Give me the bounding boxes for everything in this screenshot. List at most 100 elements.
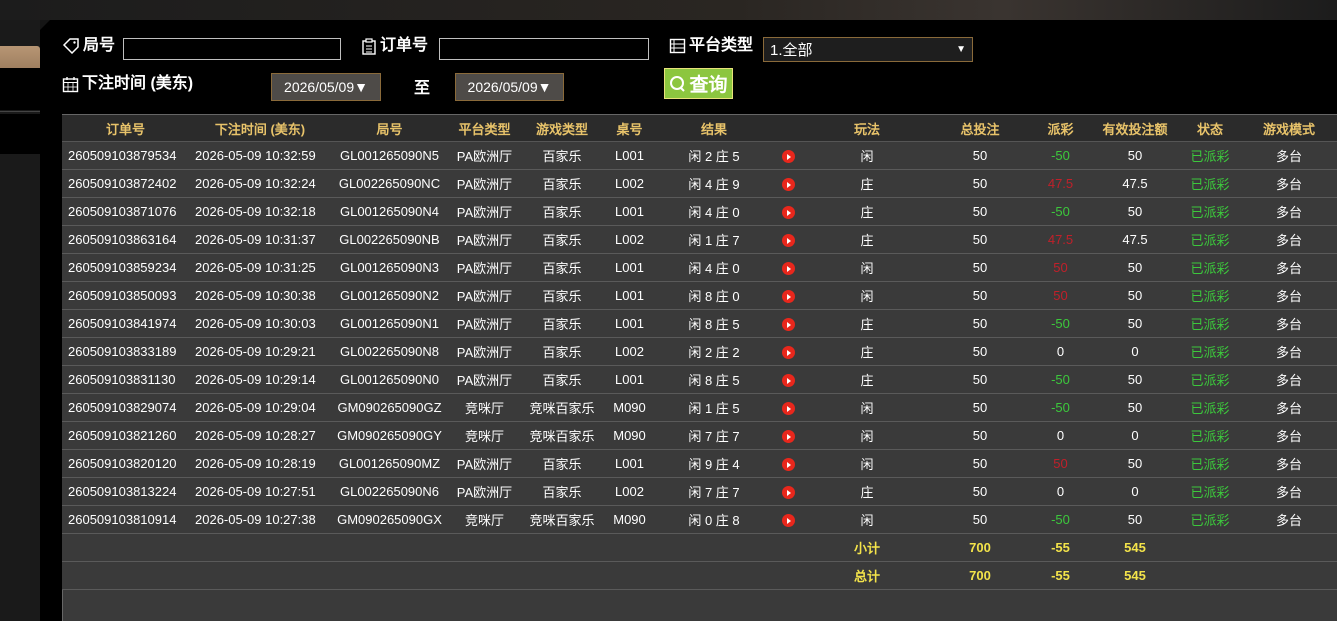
game-type-cell: 百家乐 <box>521 477 603 506</box>
bet-type-cell: 庄 <box>804 225 930 254</box>
table-row[interactable]: 260509103810914 2026-05-09 10:27:38 GM0902… <box>62 505 1337 534</box>
replay-cell <box>772 449 804 478</box>
table-row[interactable]: 260509103872402 2026-05-09 10:32:24 GL0022… <box>62 169 1337 198</box>
table-row[interactable]: 260509103879534 2026-05-09 10:32:59 GL0012… <box>62 141 1337 170</box>
total-bet-cell: 50 <box>930 281 1030 310</box>
game-type-cell: 百家乐 <box>521 309 603 338</box>
sidebar-item[interactable] <box>0 114 40 154</box>
payout-cell: -50 <box>1030 393 1091 422</box>
total-bet-cell: 50 <box>930 477 1030 506</box>
total-bet-cell: 50 <box>930 225 1030 254</box>
table-row[interactable]: 260509103813224 2026-05-09 10:27:51 GL0022… <box>62 477 1337 506</box>
table-row[interactable]: 260509103841974 2026-05-09 10:30:03 GL0012… <box>62 309 1337 338</box>
table-row[interactable]: 260509103871076 2026-05-09 10:32:18 GL0012… <box>62 197 1337 226</box>
table-row[interactable]: 260509103821260 2026-05-09 10:28:27 GM0902… <box>62 421 1337 450</box>
valid-bet-cell: 50 <box>1091 281 1179 310</box>
table-row[interactable]: 260509103820120 2026-05-09 10:28:19 GL0012… <box>62 449 1337 478</box>
play-video-icon[interactable] <box>781 318 795 332</box>
total-bet-cell: 50 <box>930 309 1030 338</box>
order-input[interactable] <box>439 38 649 60</box>
play-video-icon[interactable] <box>781 514 795 528</box>
table-no-cell: L001 <box>603 253 656 282</box>
valid-bet-cell: 0 <box>1091 421 1179 450</box>
date-to-picker[interactable]: 2026/05/09▼ <box>455 73 564 101</box>
table-row[interactable]: 260509103850093 2026-05-09 10:30:38 GL0012… <box>62 281 1337 310</box>
play-video-icon[interactable] <box>781 290 795 304</box>
time-filter-label: 下注时间 (美东) <box>62 74 193 94</box>
valid-bet-cell: 50 <box>1091 505 1179 534</box>
payout-cell: 50 <box>1030 449 1091 478</box>
status-cell: 已派彩 <box>1179 365 1241 394</box>
replay-cell <box>772 253 804 282</box>
bet-type-cell: 闲 <box>804 253 930 282</box>
replay-cell <box>772 393 804 422</box>
column-header-bet-type: 玩法 <box>804 115 930 142</box>
sidebar-item[interactable] <box>0 68 40 110</box>
table-row[interactable]: 260509103859234 2026-05-09 10:31:25 GL0012… <box>62 253 1337 282</box>
date-from-picker[interactable]: 2026/05/09▼ <box>271 73 381 101</box>
subtotal-row-valid-bet: 545 <box>1091 533 1179 562</box>
play-video-icon[interactable] <box>781 150 795 164</box>
search-icon <box>670 75 686 92</box>
table-no-cell: M090 <box>603 393 656 422</box>
bet-time-cell: 2026-05-09 10:32:18 <box>189 197 331 226</box>
column-header-order-id: 订单号 <box>62 115 189 142</box>
platform-select[interactable]: 1.全部 ▼ <box>763 37 973 62</box>
result-cell: 闲 8 庄 5 <box>656 365 772 394</box>
query-button[interactable]: 查询 <box>664 68 733 99</box>
order-id-cell: 260509103833189 <box>62 337 189 366</box>
bet-type-cell: 庄 <box>804 365 930 394</box>
empty-cell <box>331 561 448 590</box>
round-id-cell: GL001265090MZ <box>331 449 448 478</box>
bet-time-cell: 2026-05-09 10:30:03 <box>189 309 331 338</box>
table-no-cell: M090 <box>603 421 656 450</box>
platform-cell: PA欧洲厅 <box>448 365 521 394</box>
query-button-label: 查询 <box>689 75 728 96</box>
game-mode-cell: 多台 <box>1241 393 1337 422</box>
round-id-cell: GL002265090NC <box>331 169 448 198</box>
table-row[interactable]: 260509103863164 2026-05-09 10:31:37 GL0022… <box>62 225 1337 254</box>
total-row-payout: -55 <box>1030 561 1091 590</box>
game-mode-cell: 多台 <box>1241 141 1337 170</box>
order-id-cell: 260509103820120 <box>62 449 189 478</box>
table-row[interactable]: 260509103831130 2026-05-09 10:29:14 GL0012… <box>62 365 1337 394</box>
round-id-cell: GL002265090N8 <box>331 337 448 366</box>
game-mode-cell: 多台 <box>1241 197 1337 226</box>
play-video-icon[interactable] <box>781 234 795 248</box>
empty-cell <box>603 561 656 590</box>
replay-cell <box>772 505 804 534</box>
play-video-icon[interactable] <box>781 374 795 388</box>
play-video-icon[interactable] <box>781 402 795 416</box>
order-id-cell: 260509103813224 <box>62 477 189 506</box>
order-id-cell: 260509103871076 <box>62 197 189 226</box>
platform-select-value: 1.全部 <box>770 42 813 59</box>
game-type-cell: 百家乐 <box>521 449 603 478</box>
table-row[interactable]: 260509103833189 2026-05-09 10:29:21 GL0022… <box>62 337 1337 366</box>
play-video-icon[interactable] <box>781 206 795 220</box>
platform-cell: PA欧洲厅 <box>448 169 521 198</box>
round-input[interactable] <box>123 38 341 60</box>
round-id-cell: GL002265090NB <box>331 225 448 254</box>
empty-cell <box>772 533 804 562</box>
valid-bet-cell: 50 <box>1091 253 1179 282</box>
replay-cell <box>772 141 804 170</box>
round-id-cell: GM090265090GX <box>331 505 448 534</box>
play-video-icon[interactable] <box>781 262 795 276</box>
empty-cell <box>189 533 331 562</box>
game-mode-cell: 多台 <box>1241 477 1337 506</box>
bet-time-cell: 2026-05-09 10:32:24 <box>189 169 331 198</box>
bet-type-cell: 庄 <box>804 197 930 226</box>
play-video-icon[interactable] <box>781 458 795 472</box>
empty-cell <box>521 561 603 590</box>
bet-time-cell: 2026-05-09 10:28:27 <box>189 421 331 450</box>
table-row[interactable]: 260509103829074 2026-05-09 10:29:04 GM0902… <box>62 393 1337 422</box>
play-video-icon[interactable] <box>781 346 795 360</box>
play-video-icon[interactable] <box>781 430 795 444</box>
status-cell: 已派彩 <box>1179 477 1241 506</box>
bet-time-cell: 2026-05-09 10:28:19 <box>189 449 331 478</box>
game-type-cell: 百家乐 <box>521 197 603 226</box>
play-video-icon[interactable] <box>781 486 795 500</box>
play-video-icon[interactable] <box>781 178 795 192</box>
column-header-table-no: 桌号 <box>603 115 656 142</box>
order-id-cell: 260509103841974 <box>62 309 189 338</box>
